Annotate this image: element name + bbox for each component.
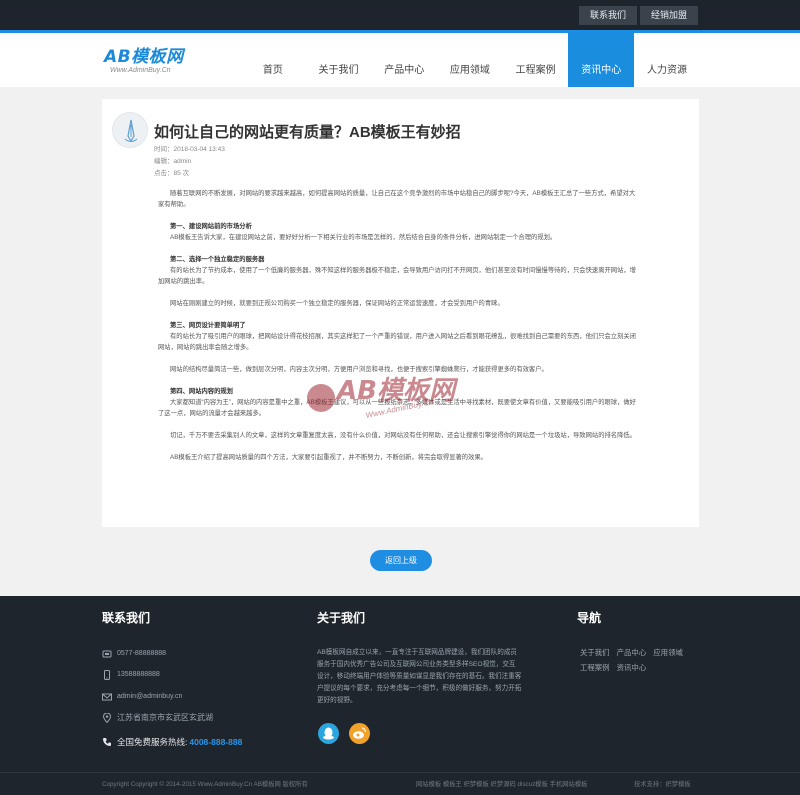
article-pen-icon	[112, 112, 148, 148]
footer-hotline-number[interactable]: 4008-888-888	[189, 735, 242, 749]
contact-us-button[interactable]: 联系我们	[579, 6, 637, 25]
footer-bottom-bar: Copyright Copyright © 2014-2015 Www.Admi…	[0, 772, 800, 795]
footer-about-text: AB模板网自成立以来，一直专注于互联网品牌建设，我们团队的成员服务于国内优秀广告…	[317, 649, 522, 704]
email-icon	[102, 692, 112, 702]
footer-friend-links[interactable]: 网站模板 模板王 织梦模板 织梦源码 discuz模板 手机网站模板	[416, 779, 587, 788]
article-heading: 第三、网页设计要简单明了	[170, 322, 246, 329]
nav-cases[interactable]: 工程案例	[503, 33, 569, 87]
copyright-text: Copyright Copyright © 2014-2015 Www.Admi…	[102, 781, 308, 788]
nav-about[interactable]: 关于我们	[306, 33, 372, 87]
footer-hotline-label: 全国免费服务热线:	[117, 737, 188, 747]
nav-home[interactable]: 首页	[240, 33, 306, 87]
article-paragraph: 有的站长为了吸引用户的眼球，把网站设计得花枝招展，其实这样犯了一个严重的错误，用…	[158, 333, 636, 351]
footer-hotline-row: 全国免费服务热线: 4008-888-888	[102, 735, 242, 749]
article-paragraph: AB模板王介绍了提高网站质量的四个方法，大家要引起重视了，并不断努力，不断创新，…	[170, 454, 487, 461]
article-heading: 第二、选择一个独立稳定的服务器	[170, 256, 265, 263]
footer-mobile-row: 13588888888	[102, 668, 160, 682]
hotline-icon	[102, 737, 112, 747]
watermark-logo: AB模板网 Www.AdminBuy.Cn	[307, 362, 507, 432]
back-button[interactable]: 返回上级	[370, 550, 432, 571]
footer-about-title: 关于我们	[317, 611, 366, 625]
footer-link-applications[interactable]: 应用领域	[653, 648, 683, 657]
footer-email-row: admin@adminbuy.cn	[102, 690, 182, 704]
footer-email: admin@adminbuy.cn	[117, 693, 183, 700]
main-nav: 首页 关于我们 产品中心 应用领域 工程案例 资讯中心 人力资源	[240, 33, 700, 87]
weibo-icon[interactable]	[349, 723, 370, 744]
site-footer: 联系我们 关于我们 导航 0577-88888888 13588888888 a…	[0, 596, 800, 795]
mobile-icon	[102, 670, 112, 680]
watermark-text: AB模板网	[337, 376, 455, 406]
qq-icon[interactable]	[318, 723, 339, 744]
article-paragraph: 随着互联网的不断发展，对网站的要求越来越高，如何提高网站的质量，让自己在这个竞争…	[158, 190, 636, 208]
article-paragraph: 网站在刚刚建立的时候，就要到正规公司购买一个独立稳定的服务器，保证网站的正常运营…	[170, 300, 504, 307]
phone-icon	[102, 649, 112, 659]
article-title: 如何让自己的网站更有质量？AB模板王有妙招	[154, 124, 461, 141]
nav-applications[interactable]: 应用领域	[437, 33, 503, 87]
article-editor: 编辑：admin	[154, 158, 192, 165]
article-heading: 第一、建设网站前的市场分析	[170, 223, 252, 230]
logo-url: Www.AdminBuy.Cn	[110, 67, 171, 74]
footer-link-cases[interactable]: 工程案例	[580, 663, 610, 672]
tech-support-link[interactable]: 技术支持：织梦模板	[634, 779, 691, 788]
footer-phone: 0577-88888888	[117, 650, 167, 657]
franchise-button[interactable]: 经销加盟	[640, 6, 698, 25]
nav-hr[interactable]: 人力资源	[634, 33, 700, 87]
watermark-badge	[307, 384, 335, 412]
footer-nav-row-2: 工程案例 资讯中心	[580, 662, 651, 674]
site-header: AB模板网 Www.AdminBuy.Cn 首页 关于我们 产品中心 应用领域 …	[0, 33, 800, 87]
nav-news[interactable]: 资讯中心	[568, 33, 635, 87]
footer-link-products[interactable]: 产品中心	[617, 648, 647, 657]
nav-products[interactable]: 产品中心	[371, 33, 437, 87]
location-icon	[102, 712, 112, 724]
footer-link-about[interactable]: 关于我们	[580, 648, 610, 657]
article-card: 如何让自己的网站更有质量？AB模板王有妙招 时间：2018-03-04 13:4…	[102, 99, 699, 527]
logo-text: AB模板网	[104, 47, 184, 67]
footer-mobile: 13588888888	[117, 671, 160, 678]
article-time: 时间：2018-03-04 13:43	[154, 146, 225, 153]
footer-contact-title: 联系我们	[102, 611, 151, 625]
footer-address: 江苏省南京市玄武区玄武湖	[117, 713, 213, 722]
article-views: 点击：85 次	[154, 170, 190, 177]
footer-link-news[interactable]: 资讯中心	[617, 663, 647, 672]
article-paragraph: AB模板王告诉大家，在建设网站之前，要好好分析一下相关行业的市场是怎样的，然后结…	[170, 234, 557, 241]
site-logo[interactable]: AB模板网 Www.AdminBuy.Cn	[104, 48, 204, 80]
footer-phone-row: 0577-88888888	[102, 647, 166, 661]
article-paragraph: 有的站长为了节约成本，使用了一个低廉的服务器，殊不知这样的服务器极不稳定，会导致…	[158, 267, 636, 285]
footer-nav-title: 导航	[577, 611, 602, 625]
top-bar: 联系我们 经销加盟	[0, 0, 800, 30]
footer-address-row: 江苏省南京市玄武区玄武湖	[102, 711, 213, 725]
footer-nav-row-1: 关于我们 产品中心 应用领域	[580, 647, 688, 659]
